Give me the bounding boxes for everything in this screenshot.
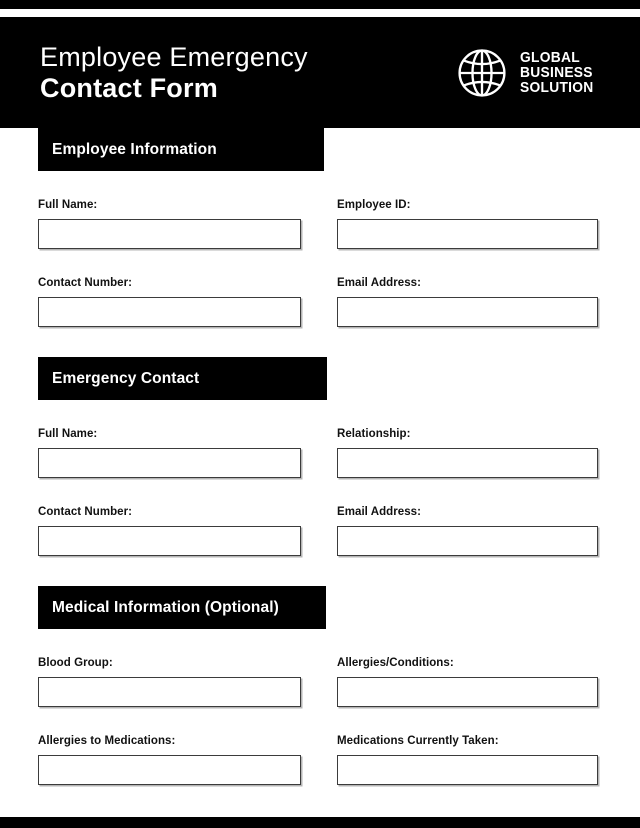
section-header-employee-information: Employee Information bbox=[38, 128, 324, 171]
section-employee-information: Employee Information Full Name: Employee… bbox=[0, 128, 640, 327]
logo-word-1: GLOBAL bbox=[520, 48, 581, 66]
form-page: Employee Emergency Contact Form GLOBAL B… bbox=[0, 0, 640, 828]
field-label: Blood Group: bbox=[38, 657, 113, 669]
bottom-rule-divider bbox=[0, 817, 640, 828]
field-relationship: Relationship: bbox=[337, 400, 598, 478]
field-label: Employee ID: bbox=[337, 199, 411, 211]
employee-id-input[interactable] bbox=[337, 219, 598, 249]
section-emergency-contact: Emergency Contact Full Name: Relationshi… bbox=[0, 357, 640, 556]
logo-word-3: SOLUTION bbox=[520, 79, 594, 97]
field-label: Contact Number: bbox=[38, 277, 133, 289]
field-label: Allergies/Conditions: bbox=[337, 657, 454, 669]
blood-group-input[interactable] bbox=[38, 677, 301, 707]
section-title: Emergency Contact bbox=[52, 369, 200, 387]
emergency-email-address-input[interactable] bbox=[337, 526, 598, 556]
section-medical-information: Medical Information (Optional) Blood Gro… bbox=[0, 586, 640, 785]
globe-icon bbox=[458, 48, 506, 97]
email-address-input[interactable] bbox=[337, 297, 598, 327]
logo-wordmark: GLOBAL BUSINESS SOLUTION bbox=[520, 48, 600, 97]
field-label: Email Address: bbox=[337, 506, 421, 518]
form-body: Employee Information Full Name: Employee… bbox=[0, 128, 640, 785]
medications-currently-taken-input[interactable] bbox=[337, 755, 598, 785]
section-title: Medical Information (Optional) bbox=[52, 598, 279, 616]
contact-number-input[interactable] bbox=[38, 297, 301, 327]
emergency-full-name-input[interactable] bbox=[38, 448, 301, 478]
field-full-name: Full Name: bbox=[38, 171, 301, 249]
field-emergency-full-name: Full Name: bbox=[38, 400, 301, 478]
relationship-input[interactable] bbox=[337, 448, 598, 478]
section-header-medical-information: Medical Information (Optional) bbox=[38, 586, 326, 629]
field-label: Contact Number: bbox=[38, 506, 133, 518]
section-fields-grid: Blood Group: Allergies/Conditions: Aller… bbox=[0, 629, 640, 785]
field-email-address: Email Address: bbox=[337, 249, 598, 327]
field-label: Full Name: bbox=[38, 199, 98, 211]
field-label: Full Name: bbox=[38, 428, 98, 440]
allergies-conditions-input[interactable] bbox=[337, 677, 598, 707]
field-emergency-email-address: Email Address: bbox=[337, 478, 598, 556]
company-logo: GLOBAL BUSINESS SOLUTION bbox=[454, 45, 600, 101]
header-title-group: Employee Emergency Contact Form bbox=[40, 42, 308, 102]
allergies-to-medications-input[interactable] bbox=[38, 755, 301, 785]
section-fields-grid: Full Name: Relationship: Contact Number:… bbox=[0, 400, 640, 556]
field-contact-number: Contact Number: bbox=[38, 249, 301, 327]
page-title-line-2: Contact Form bbox=[40, 72, 218, 103]
field-allergies-to-medications: Allergies to Medications: bbox=[38, 707, 301, 785]
top-rule-divider bbox=[0, 0, 640, 9]
page-header: Employee Emergency Contact Form GLOBAL B… bbox=[0, 17, 640, 128]
full-name-input[interactable] bbox=[38, 219, 301, 249]
emergency-contact-number-input[interactable] bbox=[38, 526, 301, 556]
section-title: Employee Information bbox=[52, 140, 217, 158]
field-employee-id: Employee ID: bbox=[337, 171, 598, 249]
field-blood-group: Blood Group: bbox=[38, 629, 301, 707]
field-medications-currently-taken: Medications Currently Taken: bbox=[337, 707, 598, 785]
section-header-emergency-contact: Emergency Contact bbox=[38, 357, 327, 400]
field-label: Allergies to Medications: bbox=[38, 735, 176, 747]
field-allergies-conditions: Allergies/Conditions: bbox=[337, 629, 598, 707]
field-emergency-contact-number: Contact Number: bbox=[38, 478, 301, 556]
section-fields-grid: Full Name: Employee ID: Contact Number: … bbox=[0, 171, 640, 327]
field-label: Email Address: bbox=[337, 277, 421, 289]
logo-word-2: BUSINESS bbox=[520, 63, 593, 81]
field-label: Relationship: bbox=[337, 428, 411, 440]
page-title-line-1: Employee Emergency bbox=[40, 42, 308, 73]
field-label: Medications Currently Taken: bbox=[337, 735, 499, 747]
